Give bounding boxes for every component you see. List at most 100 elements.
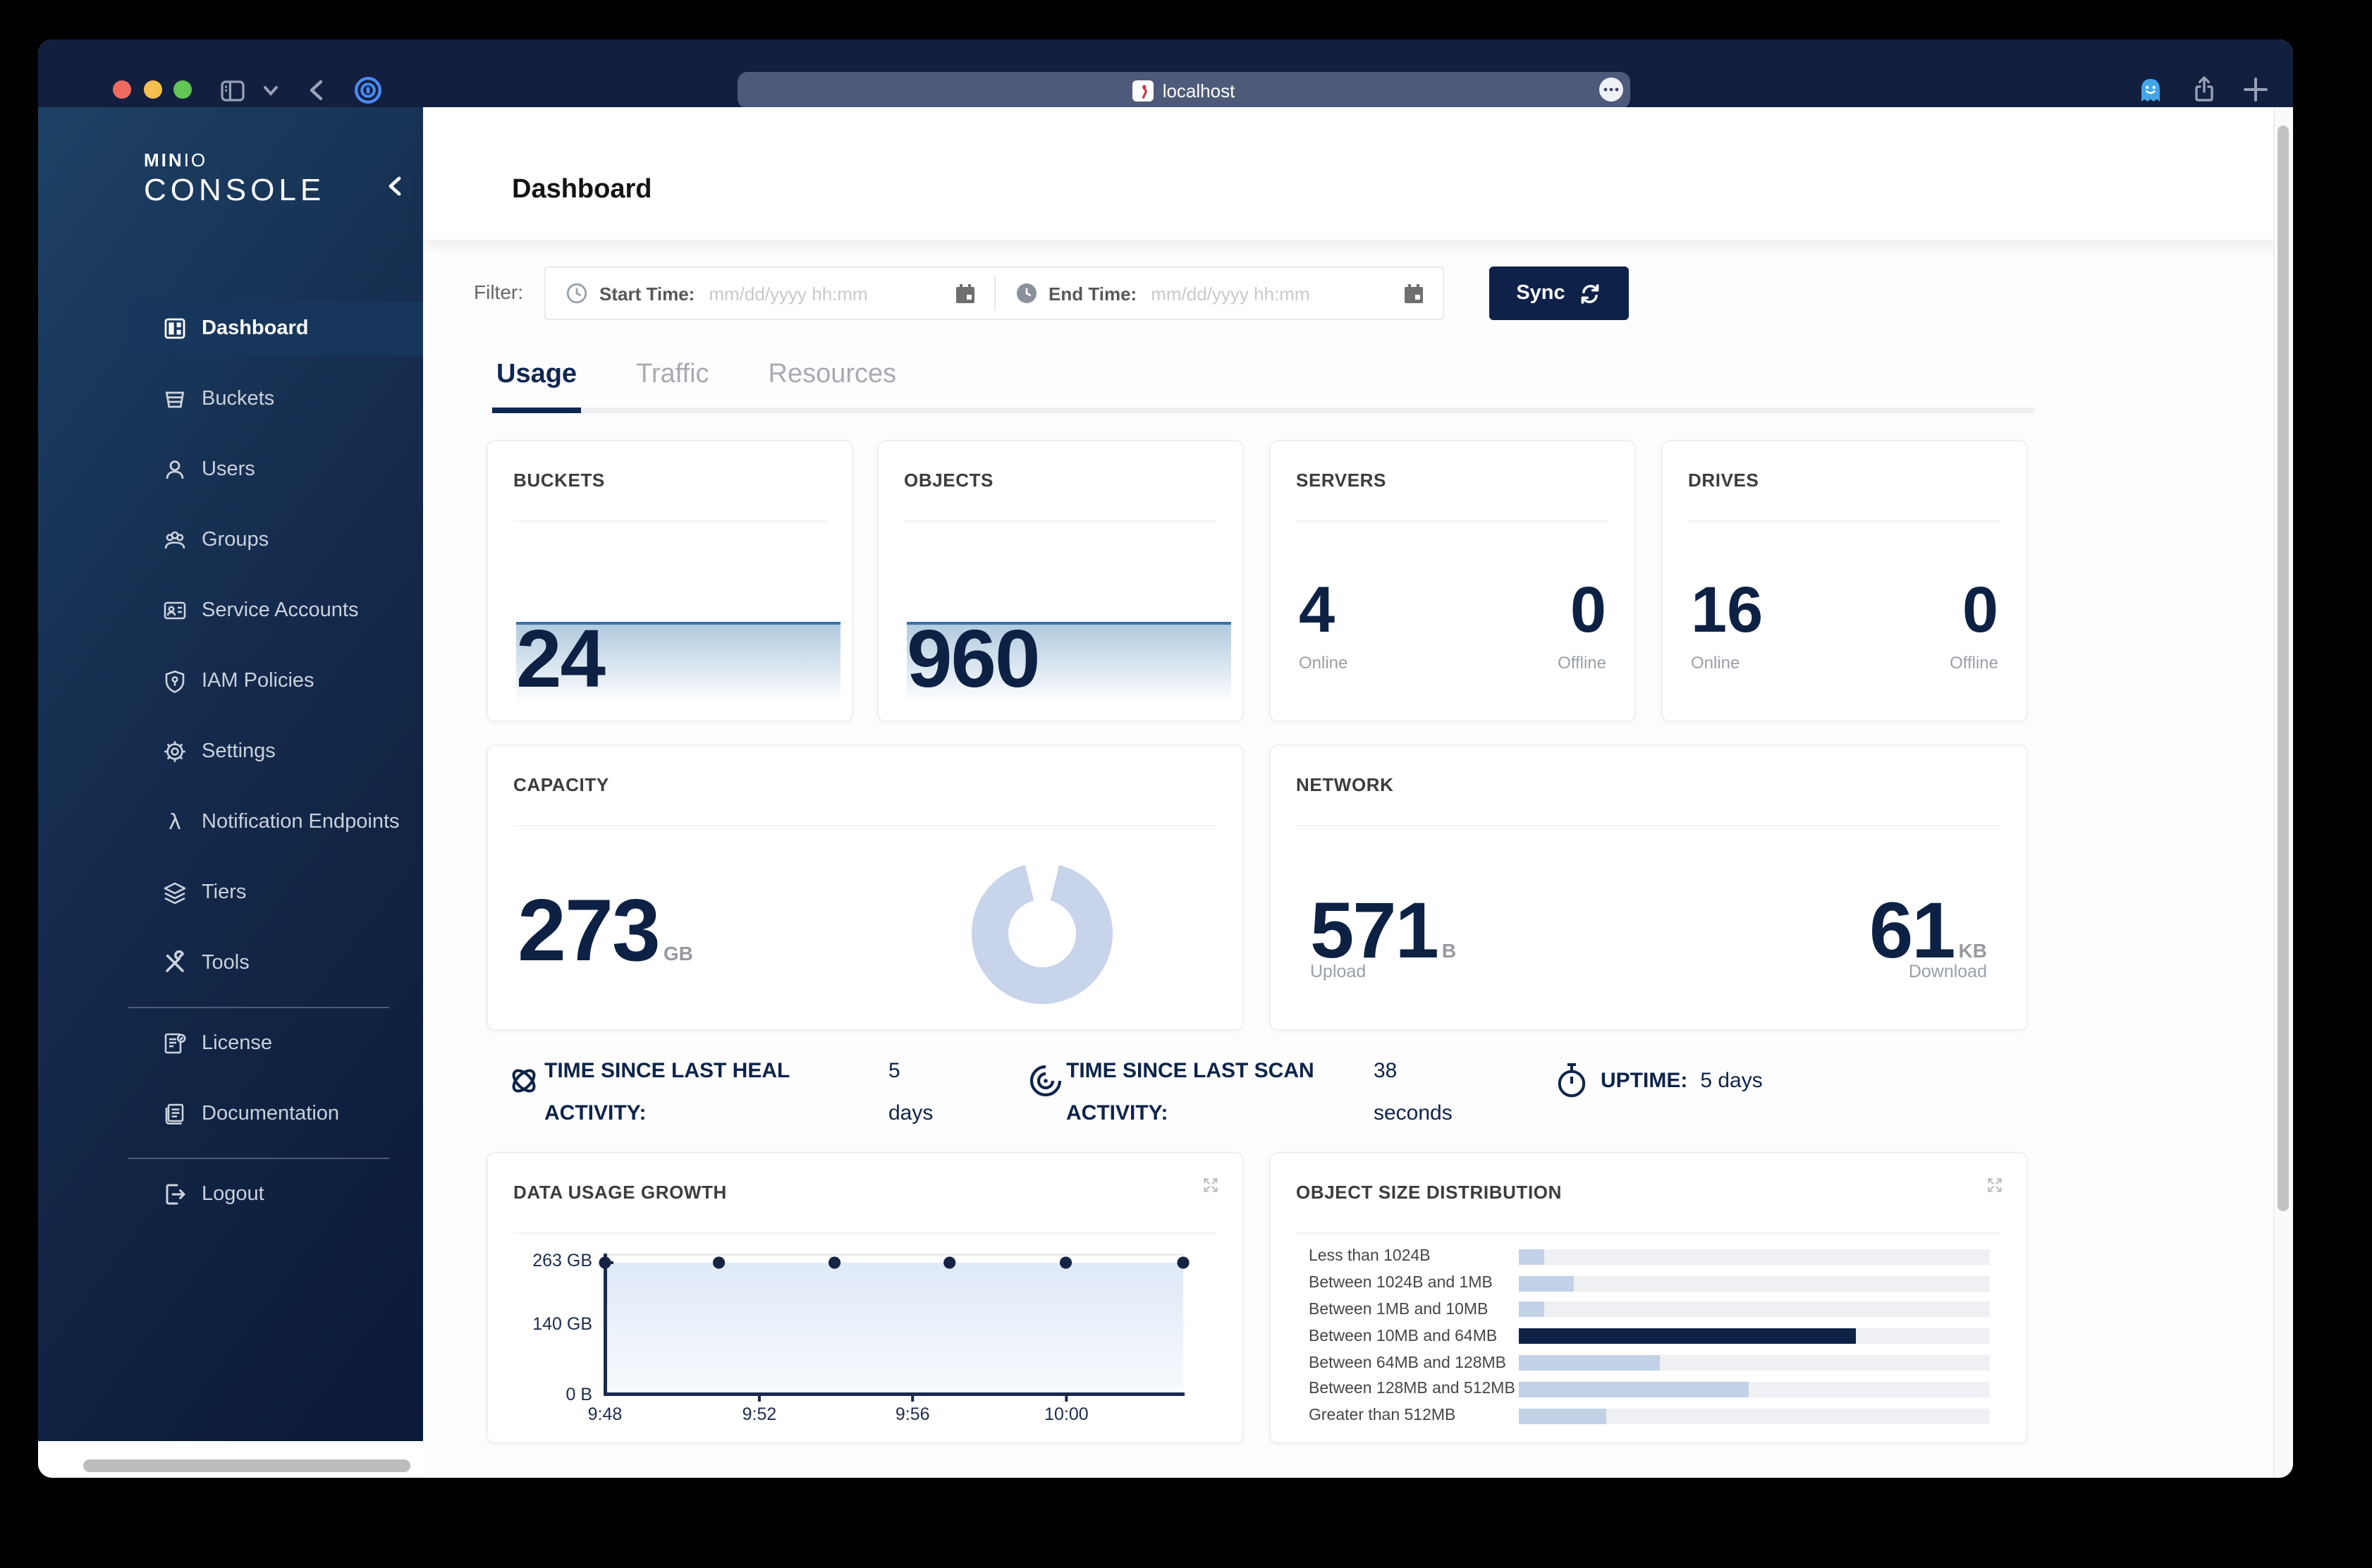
ghostery-extension-icon[interactable] — [2136, 76, 2165, 104]
upload-label: Upload — [1310, 962, 1366, 981]
dist-bar — [1519, 1382, 1748, 1397]
vertical-scrollbar[interactable] — [2273, 107, 2293, 1478]
users-icon — [162, 457, 188, 482]
horizontal-scrollbar-thumb[interactable] — [83, 1459, 410, 1472]
sidebar-item-tools[interactable]: Tools — [128, 936, 423, 990]
documentation-icon — [162, 1101, 188, 1127]
sidebar-toggle-icon[interactable] — [219, 76, 247, 104]
share-icon[interactable] — [2190, 75, 2218, 103]
scrollbar-thumb[interactable] — [2278, 125, 2289, 1211]
x-axis-tick-label: 9:52 — [742, 1404, 777, 1424]
data-usage-growth-card: DATA USAGE GROWTH 263 GB140 GB0 B9:489:5… — [487, 1152, 1244, 1444]
minimize-window-button[interactable] — [144, 80, 162, 99]
dist-row: Between 64MB and 128MB — [1309, 1349, 1990, 1376]
sidebar-item-service-accounts[interactable]: Service Accounts — [128, 584, 423, 637]
download-label: Download — [1909, 962, 1987, 981]
sync-button[interactable]: Sync — [1489, 267, 1629, 320]
page-header: Dashboard — [423, 107, 2293, 240]
objects-count: 960 — [907, 612, 1039, 706]
sidebar-collapse-icon[interactable] — [385, 175, 405, 197]
objects-card: OBJECTS 960 — [877, 440, 1244, 722]
start-time-label: Start Time: — [599, 283, 695, 304]
card-divider — [513, 825, 1217, 826]
page-title: Dashboard — [512, 175, 652, 206]
sidebar-item-license[interactable]: License — [128, 1017, 423, 1070]
back-button[interactable] — [303, 76, 331, 104]
sidebar-item-buckets[interactable]: Buckets — [128, 372, 423, 426]
offline-label: Offline — [1558, 653, 1606, 673]
sidebar-item-logout[interactable]: Logout — [128, 1168, 423, 1221]
uptime-value: 5 days — [1700, 1068, 1762, 1092]
object-size-distribution-card: OBJECT SIZE DISTRIBUTION Less than 1024B… — [1269, 1152, 2028, 1444]
onepassword-extension-icon[interactable] — [354, 76, 382, 104]
dist-category-label: Greater than 512MB — [1309, 1407, 1519, 1424]
start-time-placeholder: mm/dd/yyyy hh:mm — [709, 283, 867, 304]
refresh-icon — [1578, 281, 1602, 305]
sidebar-item-dashboard[interactable]: Dashboard — [128, 302, 423, 355]
buckets-card: BUCKETS 24 — [487, 440, 853, 722]
close-window-button[interactable] — [113, 80, 131, 99]
sidebar-background: MINIO CONSOLE Dashboard Buckets — [38, 107, 423, 1441]
expand-icon[interactable] — [1986, 1176, 2004, 1194]
scan-icon — [1027, 1062, 1065, 1100]
dist-bar — [1519, 1329, 1857, 1345]
card-divider — [1296, 1232, 2001, 1234]
minio-console-app: MINIO CONSOLE Dashboard Buckets — [38, 107, 2293, 1478]
groups-icon — [162, 527, 188, 553]
card-title: NETWORK — [1296, 774, 1394, 795]
dist-category-label: Between 1024B and 1MB — [1309, 1275, 1519, 1292]
sidebar-item-tiers[interactable]: Tiers — [128, 866, 423, 919]
dist-bar-track — [1519, 1329, 1990, 1345]
sidebar-item-iam-policies[interactable]: IAM Policies — [128, 654, 423, 708]
activity-row: TIME SINCE LAST HEALACTIVITY: 5days — [423, 1051, 2275, 1141]
filter-label: Filter: — [474, 281, 523, 303]
scan-activity-value: 38seconds — [1374, 1051, 1453, 1135]
dist-row: Between 128MB and 512MB — [1309, 1376, 1990, 1403]
new-tab-icon[interactable] — [2241, 75, 2270, 104]
online-label: Online — [1299, 653, 1347, 673]
sync-button-label: Sync — [1516, 282, 1565, 305]
sidebar-menu: Dashboard Buckets Users Groups — [128, 302, 423, 1238]
sidebar-item-groups[interactable]: Groups — [128, 513, 423, 567]
uptime-label: UPTIME: — [1601, 1068, 1687, 1092]
capacity-card: CAPACITY 273 GB — [487, 745, 1244, 1031]
upload-unit: B — [1442, 939, 1456, 962]
end-time-field[interactable]: End Time: mm/dd/yyyy hh:mm — [995, 268, 1443, 319]
card-divider — [513, 520, 826, 522]
capacity-value: 273 — [518, 881, 659, 981]
url-bar[interactable]: localhost — [738, 72, 1630, 109]
servers-offline-count: 0 — [1570, 571, 1606, 647]
zoom-window-button[interactable] — [173, 80, 192, 99]
dist-bar — [1519, 1302, 1543, 1318]
drives-online-count: 16 — [1691, 571, 1763, 647]
y-axis-tick-label: 140 GB — [499, 1313, 592, 1333]
dist-category-label: Between 128MB and 512MB — [1309, 1381, 1519, 1398]
sidebar-item-notification-endpoints[interactable]: λ Notification Endpoints — [128, 795, 423, 849]
servers-card: SERVERS 4 0 Online Offline — [1269, 440, 1636, 722]
tab-usage[interactable]: Usage — [492, 360, 581, 413]
size-distribution-chart: Less than 1024BBetween 1024B and 1MBBetw… — [1309, 1244, 1990, 1429]
tab-resources[interactable]: Resources — [764, 360, 901, 408]
dist-bar-track — [1519, 1275, 1990, 1291]
time-filter-group: Start Time: mm/dd/yyyy hh:mm End Time: m… — [544, 267, 1444, 320]
calendar-icon[interactable] — [953, 281, 977, 305]
dist-category-label: Between 1MB and 10MB — [1309, 1301, 1519, 1318]
sidebar-item-settings[interactable]: Settings — [128, 725, 423, 778]
sidebar-item-documentation[interactable]: Documentation — [128, 1087, 423, 1141]
start-time-field[interactable]: Start Time: mm/dd/yyyy hh:mm — [546, 268, 994, 319]
logout-icon — [162, 1182, 188, 1207]
calendar-icon[interactable] — [1402, 281, 1426, 305]
dist-bar-track — [1519, 1355, 1990, 1371]
tab-traffic[interactable]: Traffic — [632, 360, 713, 408]
dist-bar-track — [1519, 1408, 1990, 1423]
uptime-icon — [1554, 1061, 1589, 1099]
shield-key-icon — [162, 668, 188, 694]
network-card: NETWORK 571 B Upload 61 KB Download — [1269, 745, 2028, 1031]
sidebar-item-users[interactable]: Users — [128, 443, 423, 496]
license-icon — [162, 1031, 188, 1056]
chevron-down-icon[interactable] — [264, 85, 278, 97]
end-time-label: End Time: — [1049, 283, 1137, 304]
dist-category-label: Between 10MB and 64MB — [1309, 1328, 1519, 1345]
layers-icon — [162, 880, 188, 905]
url-options-icon[interactable] — [1599, 78, 1623, 102]
